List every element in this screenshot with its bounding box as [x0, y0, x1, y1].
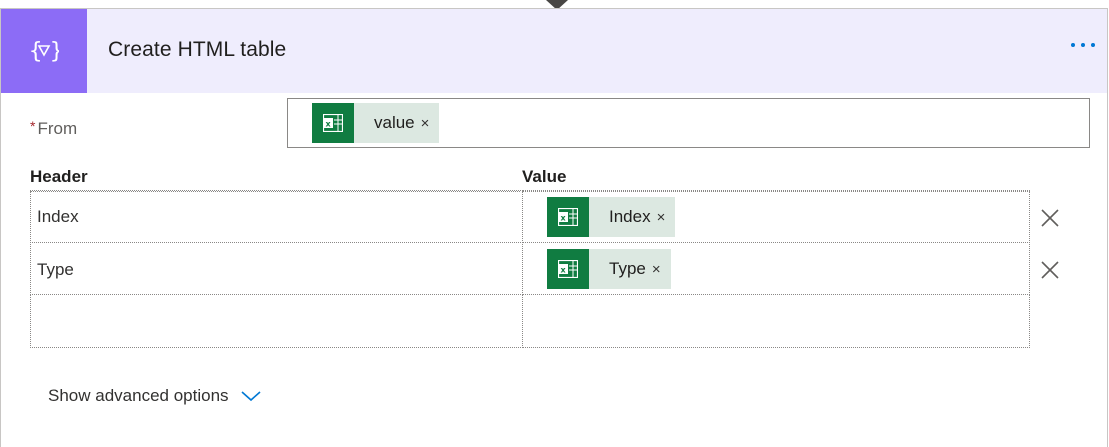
svg-text:x: x: [561, 214, 567, 223]
excel-icon: x: [547, 249, 589, 289]
svg-text:}: }: [50, 39, 59, 64]
dynamic-content-token[interactable]: x Type ×: [547, 249, 671, 289]
from-label-text: From: [37, 119, 78, 138]
value-column-label: Value: [522, 167, 1030, 192]
action-card-header[interactable]: { } Create HTML table: [1, 9, 1107, 93]
excel-icon: x: [312, 103, 354, 143]
delete-row-icon[interactable]: [1039, 207, 1061, 229]
dynamic-content-token[interactable]: x value ×: [312, 103, 440, 143]
key-value-table: Index x Index × Type x Type ×: [30, 190, 1030, 348]
header-input-value: Index: [37, 207, 79, 226]
dynamic-content-token[interactable]: x Index ×: [547, 197, 676, 237]
show-advanced-options-label: Show advanced options: [48, 386, 229, 405]
header-input-value: Type: [37, 260, 74, 279]
token-label: Index: [609, 207, 651, 226]
header-column-label: Header: [30, 167, 520, 192]
more-options-button[interactable]: [1071, 43, 1095, 47]
value-input-row-1[interactable]: x Index ×: [522, 190, 1030, 243]
svg-text:x: x: [326, 120, 332, 129]
delete-row-icon[interactable]: [1039, 259, 1061, 281]
dot-icon: [1081, 43, 1085, 47]
excel-icon: x: [547, 197, 589, 237]
token-label: Type: [609, 259, 646, 278]
dot-icon: [1071, 43, 1075, 47]
value-input-row-3[interactable]: [522, 294, 1030, 348]
required-marker: *: [30, 118, 36, 134]
from-input[interactable]: x value ×: [287, 98, 1090, 148]
from-label: * From: [30, 118, 78, 139]
value-input-row-2[interactable]: x Type ×: [522, 242, 1030, 295]
header-input-row-1[interactable]: Index: [30, 190, 523, 243]
svg-text:x: x: [561, 266, 567, 275]
token-remove-button[interactable]: ×: [652, 249, 671, 289]
data-operation-icon: { }: [1, 9, 87, 93]
header-input-row-2[interactable]: Type: [30, 242, 523, 295]
svg-text:{: {: [29, 39, 42, 64]
header-input-row-3[interactable]: [30, 294, 523, 348]
token-remove-button[interactable]: ×: [421, 103, 440, 143]
filter-braces-icon: { }: [29, 39, 59, 64]
token-remove-button[interactable]: ×: [657, 197, 676, 237]
token-label: value: [374, 113, 415, 132]
show-advanced-options-link[interactable]: Show advanced options: [48, 386, 261, 406]
action-title: Create HTML table: [108, 38, 287, 61]
dot-icon: [1091, 43, 1095, 47]
chevron-down-icon: [240, 391, 261, 402]
